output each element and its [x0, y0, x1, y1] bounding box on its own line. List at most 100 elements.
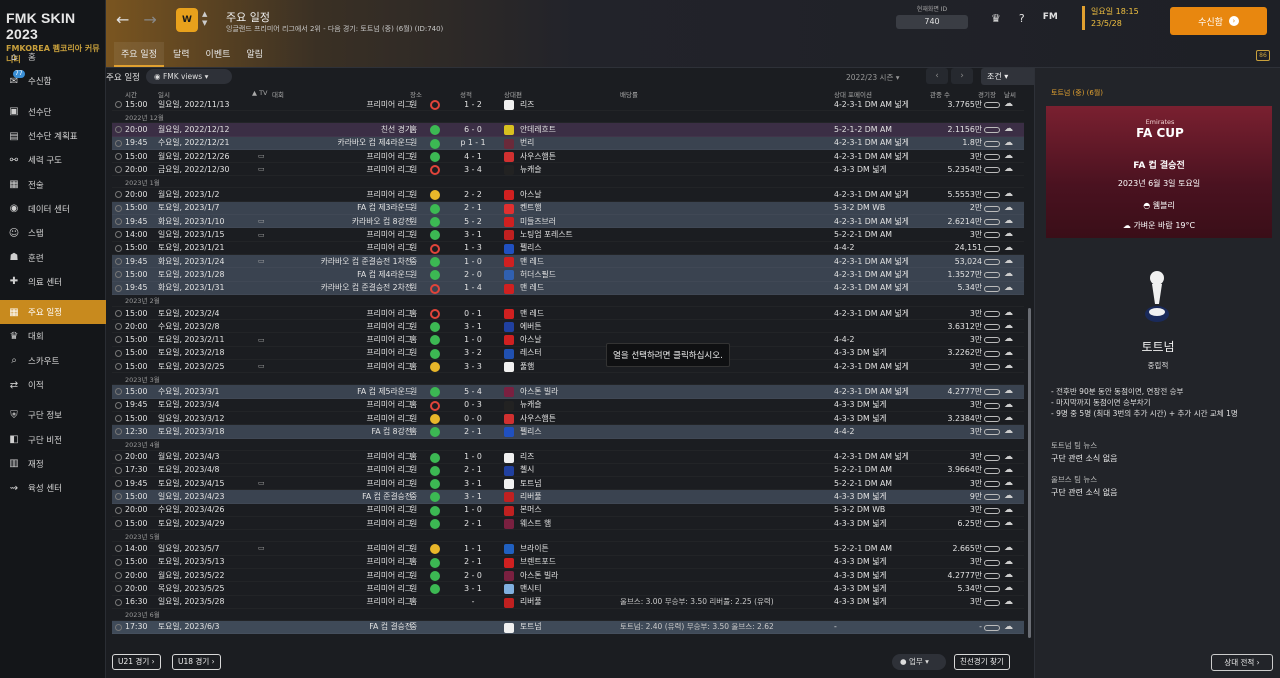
fixture-score[interactable]: 2 - 1: [460, 519, 486, 528]
fixture-competition[interactable]: 프리미어 리그: [272, 478, 412, 489]
fixture-competition[interactable]: 프리미어 리그: [272, 151, 412, 162]
column-header[interactable]: ▲ TV: [252, 89, 267, 97]
fixture-competition[interactable]: 프리미어 리그: [272, 556, 412, 567]
continue-button[interactable]: 수신함 ›: [1170, 7, 1267, 35]
fixture-row[interactable]: 20:00 월요일, 2023/1/2 프리미어 리그 원 2 - 2 아스날 4-2-3-…: [112, 188, 1024, 201]
fixture-row[interactable]: 19:45 토요일, 2023/3/4 프리미어 리그 홈 0 - 3 뉴캐슬 4-3-3 …: [112, 399, 1024, 412]
fixture-score[interactable]: 2 - 0: [460, 571, 486, 580]
fixture-competition[interactable]: 카라바오 컵 제4라운드: [272, 137, 412, 148]
fixture-score[interactable]: 3 - 1: [460, 492, 486, 501]
fixture-opponent[interactable]: 노팅엄 포레스트: [520, 229, 573, 240]
sidebar-item-13[interactable]: ⇄ 이적: [0, 373, 106, 397]
sidebar-item-6[interactable]: ◉ 데이터 센터: [0, 197, 106, 221]
sidebar-item-12[interactable]: ⌕ 스카우트: [0, 349, 106, 373]
job-dropdown[interactable]: ● 업무 ▾: [892, 654, 946, 670]
fixture-opponent[interactable]: 펠리스: [520, 426, 542, 437]
fixture-row[interactable]: 15:00 토요일, 2023/1/7 FA 컵 제3라운드 원 2 - 1 켄트햄 5-3…: [112, 201, 1024, 216]
fixture-opponent[interactable]: 미들즈브러: [520, 216, 556, 227]
fixture-row[interactable]: 15:00 일요일, 2023/3/12 프리미어 리그 원 0 - 0 사우스햄튼 4-3…: [112, 412, 1024, 425]
find-friendly-button[interactable]: 친선경기 찾기: [954, 654, 1010, 670]
next-season-icon[interactable]: ›: [951, 68, 973, 84]
fixture-row[interactable]: 14:00 일요일, 2023/5/7 ▭ 프리미어 리그 원 1 - 1 브라이튼 5-2-…: [112, 542, 1024, 555]
fixture-score[interactable]: 2 - 1: [460, 427, 486, 436]
fixture-opponent[interactable]: 토트넘: [520, 478, 542, 489]
fixture-score[interactable]: 6 - 0: [460, 125, 486, 134]
fixture-score[interactable]: 3 - 2: [460, 348, 486, 357]
fixture-competition[interactable]: 프리미어 리그: [272, 583, 412, 594]
tab-3[interactable]: 알림: [239, 42, 270, 67]
fixture-opponent[interactable]: 아스날: [520, 334, 542, 345]
screen-id-value[interactable]: 740: [896, 15, 968, 29]
sidebar-item-8[interactable]: ☗ 훈련: [0, 245, 106, 269]
fixture-score[interactable]: 4 - 1: [460, 152, 486, 161]
fixture-opponent[interactable]: 브렌트포드: [520, 556, 556, 567]
fixture-competition[interactable]: 프리미어 리그: [272, 361, 412, 372]
fixture-score[interactable]: 0 - 3: [460, 400, 486, 409]
fixture-row[interactable]: 15:00 토요일, 2023/5/13 프리미어 리그 홈 2 - 1 브렌트포드 4-3…: [112, 556, 1024, 569]
fixture-row[interactable]: 15:00 토요일, 2023/2/11 ▭ 프리미어 리그 홈 1 - 0 아스날 4-4-…: [112, 333, 1024, 346]
tab-0[interactable]: 주요 일정: [114, 42, 164, 67]
fixture-row[interactable]: 20:00 월요일, 2022/12/12 친선 경기 홈 6 - 0 안데레흐트 5-2-…: [112, 123, 1024, 137]
fixture-row[interactable]: 17:30 토요일, 2023/4/8 프리미어 리그 원 2 - 1 첼시 5-2-2-1…: [112, 464, 1024, 477]
tab-2[interactable]: 이벤트: [199, 42, 238, 67]
fixture-competition[interactable]: 프리미어 리그: [272, 399, 412, 410]
fixture-row[interactable]: 15:00 토요일, 2023/2/4 프리미어 리그 홈 0 - 1 맨 레드 4-2-3…: [112, 307, 1024, 320]
fixture-competition[interactable]: 프리미어 리그: [272, 99, 412, 110]
fixture-opponent[interactable]: 사우스햄튼: [520, 413, 556, 424]
scrollbar[interactable]: [1028, 308, 1031, 638]
fixture-opponent[interactable]: 리즈: [520, 451, 534, 462]
fixture-competition[interactable]: FA 컵 8강전: [272, 426, 412, 437]
fixture-score[interactable]: 1 - 3: [460, 243, 486, 252]
help-icon[interactable]: ?: [1019, 12, 1025, 25]
fixture-opponent[interactable]: 맨 레드: [520, 282, 544, 293]
fixture-score[interactable]: 3 - 1: [460, 584, 486, 593]
fixture-row[interactable]: 15:00 토요일, 2023/4/29 프리미어 리그 원 2 - 1 웨스트 햄 4-3…: [112, 517, 1024, 530]
sidebar-item-5[interactable]: ▦ 전술: [0, 172, 106, 196]
fixture-row[interactable]: 12:30 토요일, 2023/3/18 FA 컵 8강전 홈 2 - 1 펠리스 4-4-…: [112, 425, 1024, 439]
club-switch-icon[interactable]: ▲ ▼: [202, 10, 207, 28]
fixture-competition[interactable]: 프리미어 리그: [272, 464, 412, 475]
sidebar-item-11[interactable]: ♛ 대회: [0, 324, 106, 348]
fixture-opponent[interactable]: 본머스: [520, 504, 542, 515]
fixture-competition[interactable]: 친선 경기: [272, 124, 412, 135]
fixture-opponent[interactable]: 켄트햄: [520, 202, 542, 213]
fixture-competition[interactable]: 프리미어 리그: [272, 596, 412, 607]
fixture-score[interactable]: 1 - 0: [460, 505, 486, 514]
fixture-opponent[interactable]: 맨시티: [520, 583, 542, 594]
fixture-score[interactable]: 2 - 2: [460, 190, 486, 199]
sidebar-item-2[interactable]: ▣ 선수단: [0, 100, 106, 124]
forward-arrow-icon[interactable]: →: [143, 10, 156, 29]
fixture-row[interactable]: 19:45 화요일, 2023/1/24 ▭ 카라바오 컵 준결승전 1차전 중 1 - …: [112, 254, 1024, 269]
fixture-score[interactable]: 1 - 4: [460, 283, 486, 292]
fixture-score[interactable]: 3 - 4: [460, 165, 486, 174]
fixture-row[interactable]: 15:00 토요일, 2023/2/18 프리미어 리그 원 3 - 2 레스터 4-3-3…: [112, 347, 1024, 360]
fixture-competition[interactable]: 프리미어 리그: [272, 413, 412, 424]
fixture-score[interactable]: p 1 - 1: [460, 138, 486, 147]
fixture-row[interactable]: 15:00 일요일, 2023/4/23 FA 컵 준결승전 중 3 - 1 리버풀 4-3…: [112, 490, 1024, 504]
fixture-row[interactable]: 14:00 일요일, 2023/1/15 ▭ 프리미어 리그 원 3 - 1 노팅엄 포레스…: [112, 228, 1024, 241]
fixture-row[interactable]: 15:00 수요일, 2023/3/1 FA 컵 제5라운드 원 5 - 4 아스톤 빌라…: [112, 385, 1024, 399]
fixture-competition[interactable]: 프리미어 리그: [272, 570, 412, 581]
opponent-crest-icon[interactable]: [1131, 264, 1183, 326]
fixture-score[interactable]: 1 - 2: [460, 100, 486, 109]
fixture-competition[interactable]: 프리미어 리그: [272, 504, 412, 515]
fixture-competition[interactable]: 프리미어 리그: [272, 321, 412, 332]
fixture-row[interactable]: 20:00 금요일, 2022/12/30 ▭ 프리미어 리그 원 3 - 4 뉴캐슬 4-3…: [112, 163, 1024, 176]
fixture-opponent[interactable]: 풀햄: [520, 361, 534, 372]
sidebar-item-16[interactable]: ▥ 재정: [0, 452, 106, 476]
fixture-row[interactable]: 15:00 토요일, 2023/1/21 프리미어 리그 원 1 - 3 펠리스 4-4-2…: [112, 242, 1024, 255]
fixture-row[interactable]: 20:00 목요일, 2023/5/25 프리미어 리그 원 3 - 1 맨시티 4-3-3…: [112, 582, 1024, 595]
fixture-row[interactable]: 20:00 월요일, 2023/4/3 프리미어 리그 홈 1 - 0 리즈 4-2-3-1…: [112, 451, 1024, 464]
fixture-opponent[interactable]: 리버풀: [520, 596, 542, 607]
fixture-competition[interactable]: 카라바오 컵 준결승전 1차전: [272, 256, 412, 267]
sidebar-item-0[interactable]: ⌂ 홈: [0, 45, 106, 69]
fixture-opponent[interactable]: 맨 레드: [520, 256, 544, 267]
fixture-score[interactable]: 3 - 3: [460, 362, 486, 371]
fixture-competition[interactable]: 프리미어 리그: [272, 543, 412, 554]
sidebar-item-10[interactable]: ▦ 주요 일정: [0, 299, 106, 325]
fixture-score[interactable]: 1 - 0: [460, 257, 486, 266]
fixture-opponent[interactable]: 뉴캐슬: [520, 164, 542, 175]
fixture-row[interactable]: 19:45 화요일, 2023/1/10 ▭ 카라바오 컵 8강전 원 5 - 2 미들즈브…: [112, 215, 1024, 229]
fixture-opponent[interactable]: 웨스트 햄: [520, 518, 551, 529]
sidebar-item-4[interactable]: ⚯ 세력 구도: [0, 148, 106, 172]
